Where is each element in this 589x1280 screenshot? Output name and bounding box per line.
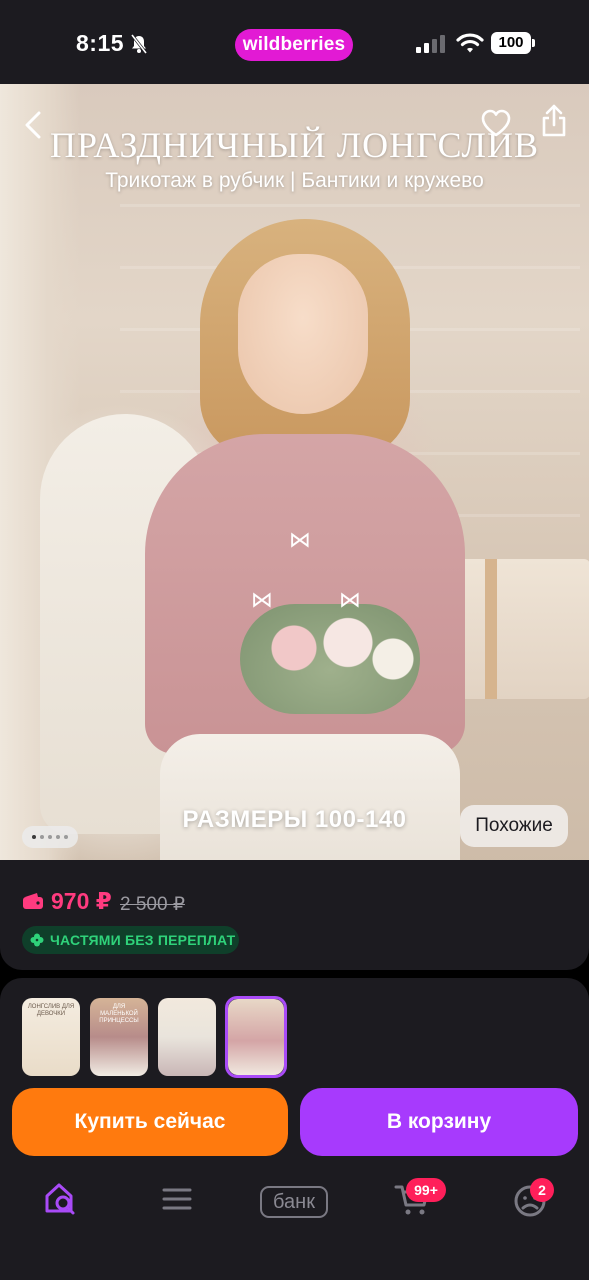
heart-icon[interactable] [480, 108, 512, 138]
home-search-icon[interactable] [41, 1179, 81, 1219]
cart-badge: 99+ [406, 1178, 446, 1202]
buy-now-button[interactable]: Купить сейчас [12, 1088, 288, 1156]
current-price: 970 ₽ [51, 888, 112, 914]
price-card: 970 ₽ 2 500 ₽ ЧАСТЯМИ БЕЗ ПЕРЕПЛАТ [0, 860, 589, 970]
carousel-dot [56, 835, 60, 839]
bow-decoration: ⋈ [251, 587, 273, 612]
status-bar: 8:15 wildberries 100 [0, 0, 589, 84]
hero-gift-ribbon [485, 559, 497, 699]
share-icon[interactable] [540, 104, 568, 138]
bell-slash-icon [130, 34, 148, 54]
battery-icon: 100 [491, 32, 535, 54]
bow-decoration: ⋈ [339, 587, 361, 612]
old-price: 2 500 ₽ [120, 894, 185, 915]
wifi-icon [456, 33, 484, 53]
battery-level: 100 [491, 32, 531, 54]
clover-icon [30, 933, 44, 947]
profile-badge: 2 [530, 1178, 554, 1202]
wildberries-logo[interactable]: wildberries [235, 29, 353, 61]
menu-icon[interactable] [157, 1179, 197, 1219]
signal-icon [416, 35, 445, 53]
hero-model-skirt [160, 734, 460, 869]
nav-bank[interactable]: банк [260, 1179, 328, 1219]
carousel-dot [40, 835, 44, 839]
thumbnail-image[interactable]: ДЛЯ МАЛЕНЬКОЙ ПРИНЦЕССЫ [90, 998, 148, 1076]
thumbnail-image-selected[interactable] [228, 999, 284, 1075]
wallet-icon [23, 893, 43, 909]
thumbnail-image[interactable]: ЛОНГСЛИВ ДЛЯ ДЕВОЧКИ [22, 998, 80, 1076]
installment-label: ЧАСТЯМИ БЕЗ ПЕРЕПЛАТ [50, 932, 236, 948]
thumbnail-image[interactable] [158, 998, 216, 1076]
carousel-dot [64, 835, 68, 839]
thumbnail-caption: ДЛЯ МАЛЕНЬКОЙ ПРИНЦЕССЫ [99, 1004, 139, 1024]
hero-subtitle: Трикотаж в рубчик | Бантики и кружево [105, 169, 484, 192]
similar-button[interactable]: Похожие [460, 805, 568, 847]
product-image-carousel[interactable]: ⋈ ⋈ ⋈ ПРАЗДНИЧНЫЙ ЛОНГСЛИВ Трикотаж в ру… [0, 84, 589, 869]
bank-label: банк [260, 1186, 328, 1218]
bow-decoration: ⋈ [289, 527, 311, 552]
carousel-dot [48, 835, 52, 839]
hero-bouquet [240, 604, 420, 714]
battery-tip [532, 39, 535, 47]
carousel-dot-active [32, 835, 36, 839]
add-to-cart-button[interactable]: В корзину [300, 1088, 578, 1156]
back-icon[interactable] [22, 110, 46, 140]
carousel-page-indicator [22, 826, 78, 848]
thumbnail-caption: ЛОНГСЛИВ ДЛЯ ДЕВОЧКИ [27, 1004, 75, 1017]
bottom-panel: ЛОНГСЛИВ ДЛЯ ДЕВОЧКИ ДЛЯ МАЛЕНЬКОЙ ПРИНЦ… [0, 978, 589, 1280]
hero-model-face [238, 254, 368, 414]
status-time: 8:15 [76, 30, 125, 56]
installment-badge[interactable]: ЧАСТЯМИ БЕЗ ПЕРЕПЛАТ [22, 926, 239, 954]
